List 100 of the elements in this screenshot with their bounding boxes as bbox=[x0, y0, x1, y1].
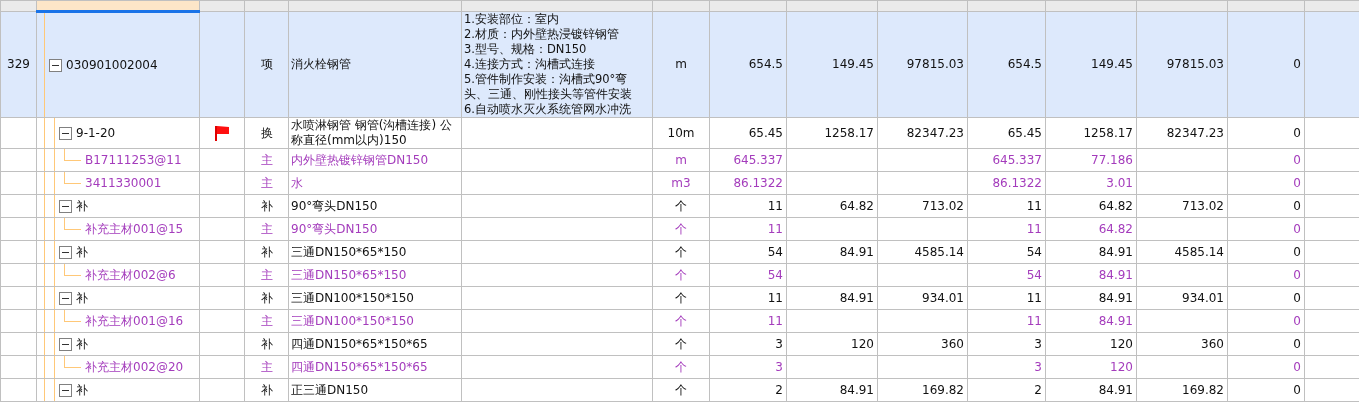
table-row[interactable]: 补充主材002@6 主 三通DN150*65*150 个 54 54 84.91 0 bbox=[0, 263, 1359, 287]
number-cell: 0 bbox=[1293, 359, 1301, 374]
table-row[interactable]: B17111253@11 主 内外壁热镀锌钢管DN150 m 645.337 645.337 77.186 0 bbox=[0, 148, 1359, 172]
number-cell: 713.02 bbox=[922, 198, 964, 213]
number-cell: 84.91 bbox=[839, 382, 874, 397]
tree-connector bbox=[64, 218, 81, 230]
table-row[interactable]: 补 补 三通DN100*150*150 个 11 84.91 934.01 11 84.91 934.01 0 bbox=[0, 286, 1359, 310]
name-cell: 内外壁热镀锌钢管DN150 bbox=[291, 152, 429, 167]
number-cell: 645.337 bbox=[992, 152, 1042, 167]
name-cell: 消火栓钢管 bbox=[291, 57, 351, 71]
number-cell: 11 bbox=[1026, 313, 1042, 328]
number-cell: 82347.23 bbox=[906, 125, 964, 140]
type-cell: 主 bbox=[260, 313, 273, 328]
collapse-icon[interactable] bbox=[59, 199, 72, 213]
flag-icon bbox=[214, 125, 230, 141]
table-row[interactable]: 9-1-20 换 水喷淋钢管 钢管(沟槽连接) 公称直径(mm以内)150 10m 65.45 1258.17 82347.23 65.45 1258.17 82347.23 0 bbox=[0, 117, 1359, 149]
type-cell: 补 bbox=[260, 382, 273, 397]
unit-cell: m bbox=[675, 152, 687, 167]
number-cell: 11 bbox=[1026, 198, 1042, 213]
unit-cell: 个 bbox=[675, 221, 687, 236]
collapse-icon[interactable] bbox=[59, 291, 72, 305]
table-row[interactable]: 补 补 正三通DN150 个 2 84.91 169.82 2 84.91 169.82 0 bbox=[0, 378, 1359, 402]
number-cell: 120 bbox=[1110, 336, 1133, 351]
number-cell: 64.82 bbox=[1098, 198, 1133, 213]
unit-cell: 个 bbox=[675, 267, 687, 282]
number-cell: 654.5 bbox=[748, 57, 783, 71]
item-code: 补充主材002@20 bbox=[85, 359, 184, 375]
number-cell: 0 bbox=[1293, 267, 1301, 282]
number-cell: 2 bbox=[1034, 382, 1042, 397]
number-cell: 86.1322 bbox=[992, 175, 1042, 190]
table-row[interactable]: 补 补 90°弯头DN150 个 11 64.82 713.02 11 64.82 713.02 0 bbox=[0, 194, 1359, 218]
table-row[interactable]: 补 补 三通DN150*65*150 个 54 84.91 4585.14 54 84.91 4585.14 0 bbox=[0, 240, 1359, 264]
collapse-icon[interactable] bbox=[59, 337, 72, 351]
number-cell: 84.91 bbox=[1098, 244, 1133, 259]
unit-cell: m3 bbox=[671, 175, 691, 190]
unit-cell: 个 bbox=[675, 313, 687, 328]
number-cell: 3 bbox=[1034, 359, 1042, 374]
number-cell: 0 bbox=[1293, 57, 1301, 71]
number-cell: 654.5 bbox=[1007, 57, 1042, 71]
collapse-icon[interactable] bbox=[49, 58, 62, 72]
item-code: 030901002004 bbox=[66, 57, 158, 73]
item-code: 9-1-20 bbox=[76, 125, 116, 141]
type-cell: 主 bbox=[260, 267, 273, 282]
name-cell: 三通DN100*150*150 bbox=[291, 290, 414, 305]
number-cell: 2 bbox=[775, 382, 783, 397]
table-row[interactable]: 补 补 四通DN150*65*150*65 个 3 120 360 3 120 360 0 bbox=[0, 332, 1359, 356]
number-cell: 65.45 bbox=[1007, 125, 1042, 140]
number-cell: 120 bbox=[1110, 359, 1133, 374]
number-cell: 77.186 bbox=[1091, 152, 1133, 167]
number-cell: 360 bbox=[1201, 336, 1224, 351]
item-code: 3411330001 bbox=[85, 175, 162, 191]
number-cell: 86.1322 bbox=[733, 175, 783, 190]
number-cell: 3 bbox=[1034, 336, 1042, 351]
number-cell: 82347.23 bbox=[1166, 125, 1224, 140]
table-row[interactable]: 329 030901002004 项 消火栓钢管 1.安装部位：室内 2.材质：内外壁热浸镀锌钢管 3.型号、规格：DN150 4.连接方式：沟槽式连接 5.管件制作安装：沟槽式90°弯头、三通、刚性接头等管件安装 6.自动喷水灭火系统管网水冲洗 m 654.5 149.45 97815.03 654.5 149.45 97815.03 0 bbox=[0, 11, 1359, 118]
table-row[interactable]: 3411330001 主 水 m3 86.1322 86.1322 3.01 0 bbox=[0, 171, 1359, 195]
collapse-icon[interactable] bbox=[59, 126, 72, 140]
type-cell: 补 bbox=[260, 336, 273, 351]
number-cell: 713.02 bbox=[1182, 198, 1224, 213]
number-cell: 0 bbox=[1293, 336, 1301, 351]
number-cell: 1258.17 bbox=[1083, 125, 1133, 140]
name-cell: 四通DN150*65*150*65 bbox=[291, 336, 428, 351]
name-cell: 水喷淋钢管 钢管(沟槽连接) 公称直径(mm以内)150 bbox=[291, 118, 452, 147]
name-cell: 三通DN100*150*150 bbox=[291, 313, 414, 328]
number-cell: 0 bbox=[1293, 244, 1301, 259]
number-cell: 84.91 bbox=[839, 244, 874, 259]
feature-line: 6.自动喷水灭火系统管网水冲洗 bbox=[464, 102, 632, 117]
number-cell: 0 bbox=[1293, 175, 1301, 190]
number-cell: 0 bbox=[1293, 313, 1301, 328]
number-cell: 934.01 bbox=[1182, 290, 1224, 305]
table-row[interactable]: 补充主材002@20 主 四通DN150*65*150*65 个 3 3 120 0 bbox=[0, 355, 1359, 379]
table-row[interactable]: 补充主材001@16 主 三通DN100*150*150 个 11 11 84.91 0 bbox=[0, 309, 1359, 333]
item-code: 补 bbox=[76, 244, 88, 260]
tree-connector bbox=[64, 310, 81, 322]
unit-cell: 10m bbox=[667, 125, 695, 140]
collapse-icon[interactable] bbox=[59, 245, 72, 259]
table-row[interactable]: 补充主材001@15 主 90°弯头DN150 个 11 11 64.82 0 bbox=[0, 217, 1359, 241]
unit-cell: 个 bbox=[675, 382, 687, 397]
number-cell: 1258.17 bbox=[824, 125, 874, 140]
type-cell: 主 bbox=[260, 359, 273, 374]
number-cell: 3 bbox=[775, 359, 783, 374]
feature-line: 5.管件制作安装：沟槽式90°弯头、三通、刚性接头等管件安装 bbox=[464, 72, 633, 102]
number-cell: 0 bbox=[1293, 382, 1301, 397]
number-cell: 645.337 bbox=[733, 152, 783, 167]
item-code: 补充主材001@15 bbox=[85, 221, 184, 237]
type-cell: 主 bbox=[260, 221, 273, 236]
tree-connector bbox=[64, 149, 81, 161]
collapse-icon[interactable] bbox=[59, 383, 72, 397]
tree-connector bbox=[64, 172, 81, 184]
unit-cell: 个 bbox=[675, 290, 687, 305]
feature-line: 1.安装部位：室内 bbox=[464, 12, 560, 27]
number-cell: 0 bbox=[1293, 125, 1301, 140]
row-number: 329 bbox=[7, 57, 30, 71]
number-cell: 97815.03 bbox=[1166, 57, 1224, 71]
type-cell: 项 bbox=[260, 57, 273, 71]
number-cell: 97815.03 bbox=[906, 57, 964, 71]
number-cell: 54 bbox=[767, 267, 783, 282]
unit-cell: 个 bbox=[675, 336, 687, 351]
item-code: 补充主材002@6 bbox=[85, 267, 176, 283]
type-cell: 补 bbox=[260, 198, 273, 213]
